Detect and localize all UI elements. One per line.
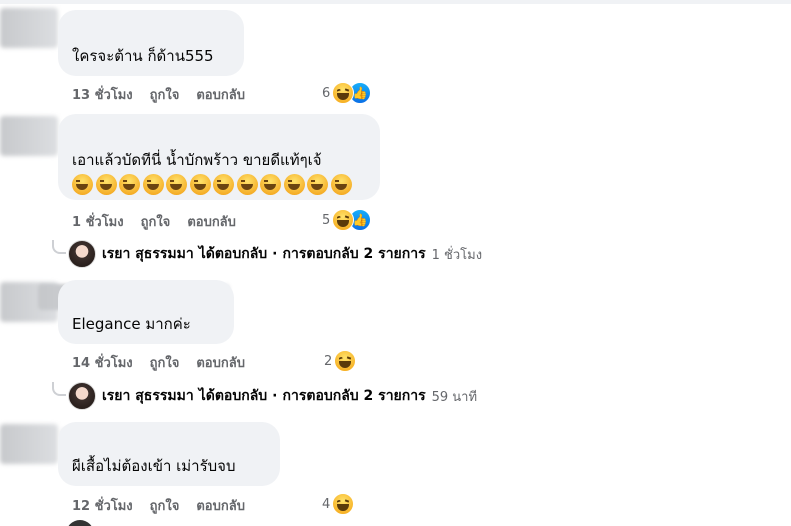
separator-dot: · <box>272 246 278 262</box>
laughing-emoji-icon <box>72 174 93 195</box>
blurred-avatar[interactable] <box>0 424 58 464</box>
comment-actions: 13 ชั่วโมง ถูกใจ ตอบกลับ <box>72 84 245 104</box>
blurred-avatar[interactable] <box>0 116 58 156</box>
reaction-summary[interactable]: 2 <box>324 350 357 372</box>
laughing-emoji-icon <box>307 174 328 195</box>
reply-time: 1 ชั่วโมง <box>431 247 483 263</box>
reaction-count: 6 <box>322 85 331 101</box>
reaction-summary[interactable]: 5 👍 <box>322 209 372 231</box>
reply-connector-line <box>52 240 66 254</box>
comment-time[interactable]: 1 ชั่วโมง <box>72 211 124 232</box>
replier-name: เรยา สุธรรมมา <box>102 388 194 404</box>
reply-time: 59 นาที <box>431 389 478 405</box>
replied-label: ได้ตอบกลับ <box>198 388 268 404</box>
laughing-emoji-icon <box>236 174 258 195</box>
replied-label: ได้ตอบกลับ <box>198 246 268 262</box>
reply-button[interactable]: ตอบกลับ <box>196 84 245 105</box>
laughing-emoji-icon <box>189 174 211 195</box>
reaction-count: 5 <box>322 212 331 228</box>
replier-avatar[interactable] <box>68 240 96 268</box>
haha-icon <box>334 350 357 372</box>
reply-button[interactable]: ตอบกลับ <box>187 211 236 232</box>
laughing-emoji-icon <box>142 174 164 195</box>
reaction-count: 2 <box>324 353 333 369</box>
like-button[interactable]: ถูกใจ <box>141 211 171 232</box>
comment-bubble: ผีเสื้อไม่ต้องเข้า เม่ารับจบ <box>58 422 280 486</box>
comment-bubble: Elegance มากค่ะ <box>58 280 234 344</box>
comment-bubble: ใครจะต้าน ก็ด้าน555 <box>58 10 244 76</box>
comment-actions: 1 ชั่วโมง ถูกใจ ตอบกลับ <box>72 211 236 231</box>
comment-text: ใครจะต้าน ก็ด้าน555 <box>72 47 214 65</box>
separator-dot: · <box>272 388 278 404</box>
reply-button[interactable]: ตอบกลับ <box>196 352 245 373</box>
emoji-row <box>72 174 354 195</box>
reply-count-label: การตอบกลับ 2 รายการ <box>282 246 426 262</box>
laughing-emoji-icon <box>330 174 352 195</box>
next-commenter-avatar[interactable] <box>66 520 94 526</box>
comment-text: เอาแล้วบัดทีนี่ น้ำบักพร้าว ขายดีแท้ๆเจ้ <box>72 151 322 169</box>
comment-actions: 14 ชั่วโมง ถูกใจ ตอบกลับ <box>72 352 245 372</box>
haha-icon <box>332 82 355 104</box>
blurred-avatar[interactable] <box>0 8 58 48</box>
reply-connector-line <box>52 382 66 396</box>
reaction-summary[interactable]: 6 👍 <box>322 82 372 104</box>
reaction-count: 4 <box>322 496 331 512</box>
haha-icon <box>332 493 355 515</box>
comment-time[interactable]: 12 ชั่วโมง <box>72 495 133 516</box>
laughing-emoji-icon <box>213 174 234 195</box>
laughing-emoji-icon <box>95 174 117 195</box>
haha-icon <box>332 209 355 231</box>
like-button[interactable]: ถูกใจ <box>150 352 180 373</box>
replier-avatar[interactable] <box>68 382 96 410</box>
replier-name: เรยา สุธรรมมา <box>102 246 194 262</box>
laughing-emoji-icon <box>119 174 140 195</box>
like-button[interactable]: ถูกใจ <box>150 495 180 516</box>
comment-time[interactable]: 14 ชั่วโมง <box>72 352 133 373</box>
view-replies-link[interactable]: เรยา สุธรรมมา ได้ตอบกลับ · การตอบกลับ 2 … <box>68 382 477 410</box>
comment-text: ผีเสื้อไม่ต้องเข้า เม่ารับจบ <box>72 457 236 475</box>
top-divider <box>0 0 791 4</box>
reply-count-label: การตอบกลับ 2 รายการ <box>282 388 426 404</box>
reply-button[interactable]: ตอบกลับ <box>196 495 245 516</box>
laughing-emoji-icon <box>260 174 281 195</box>
laughing-emoji-icon <box>166 174 187 195</box>
view-replies-link[interactable]: เรยา สุธรรมมา ได้ตอบกลับ · การตอบกลับ 2 … <box>68 240 482 268</box>
comment-text: Elegance มากค่ะ <box>72 315 191 333</box>
reaction-summary[interactable]: 4 <box>322 493 355 515</box>
laughing-emoji-icon <box>283 174 305 195</box>
comment-bubble: เอาแล้วบัดทีนี่ น้ำบักพร้าว ขายดีแท้ๆเจ้ <box>58 114 380 200</box>
like-button[interactable]: ถูกใจ <box>150 84 180 105</box>
comment-actions: 12 ชั่วโมง ถูกใจ ตอบกลับ <box>72 495 245 515</box>
comment-time[interactable]: 13 ชั่วโมง <box>72 84 133 105</box>
